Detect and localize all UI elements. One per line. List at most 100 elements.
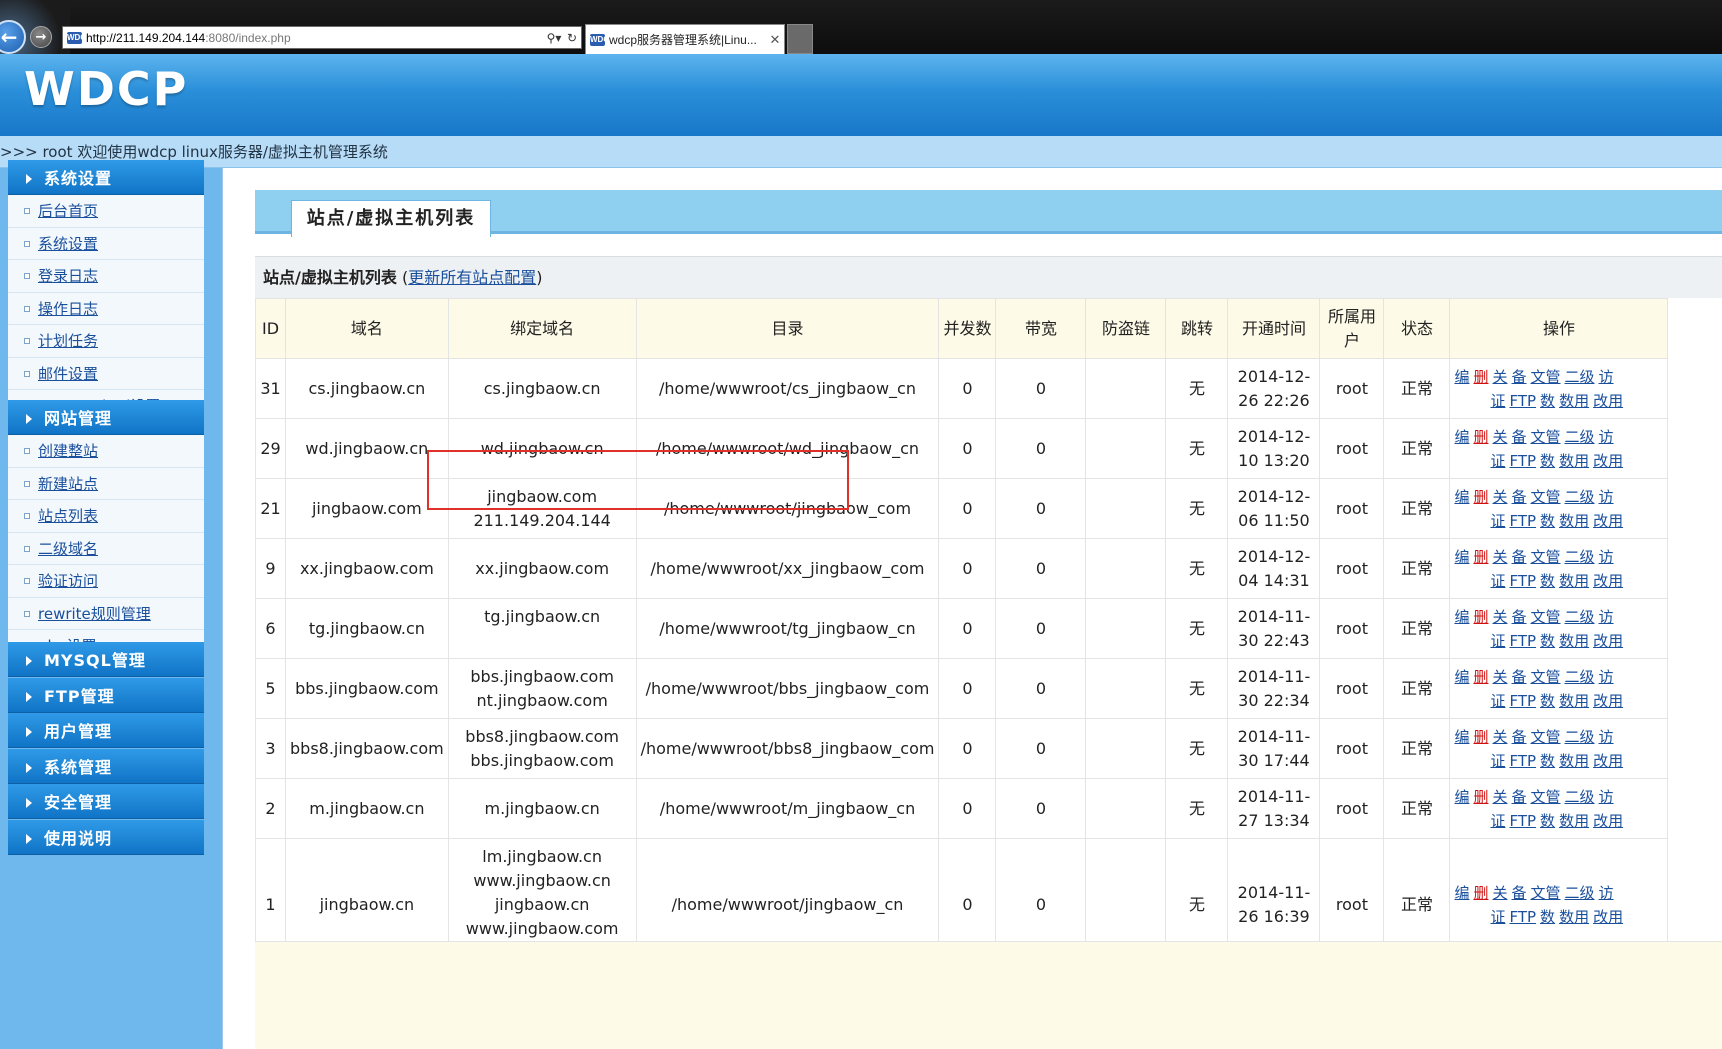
op-link[interactable]: 数 xyxy=(1540,512,1555,530)
op-link[interactable]: 改用 xyxy=(1593,572,1623,590)
sidebar-item[interactable]: 二级域名 xyxy=(8,533,204,565)
op-link[interactable]: 证 xyxy=(1490,908,1505,926)
op-link[interactable]: 数用 xyxy=(1559,812,1589,830)
op-link[interactable]: 编 xyxy=(1454,368,1469,386)
menu-head-1[interactable]: 网站管理 xyxy=(8,400,204,435)
op-link[interactable]: FTP xyxy=(1509,392,1536,410)
browser-tab[interactable]: WDC wdcp服务器管理系统|Linu... ✕ xyxy=(585,24,785,54)
sidebar-item[interactable]: 登录日志 xyxy=(8,260,204,293)
op-link[interactable]: 改用 xyxy=(1593,512,1623,530)
op-link[interactable]: FTP xyxy=(1509,512,1536,530)
op-link[interactable]: 删 xyxy=(1473,788,1488,806)
op-link[interactable]: 删 xyxy=(1473,668,1488,686)
op-link[interactable]: 文管 xyxy=(1531,608,1561,626)
op-link[interactable]: 删 xyxy=(1473,488,1488,506)
op-link[interactable]: 数 xyxy=(1540,452,1555,470)
op-link[interactable]: 备 xyxy=(1512,428,1527,446)
op-link[interactable]: 证 xyxy=(1490,452,1505,470)
op-link[interactable]: 二级 xyxy=(1565,488,1595,506)
sidebar-item-link[interactable]: 二级域名 xyxy=(38,540,98,558)
op-link[interactable]: FTP xyxy=(1509,572,1536,590)
op-link[interactable]: 关 xyxy=(1492,608,1507,626)
op-link[interactable]: 备 xyxy=(1512,788,1527,806)
op-link[interactable]: 二级 xyxy=(1565,368,1595,386)
op-link[interactable]: 备 xyxy=(1512,668,1527,686)
op-link[interactable]: 编 xyxy=(1454,668,1469,686)
op-link[interactable]: 文管 xyxy=(1531,788,1561,806)
op-link[interactable]: FTP xyxy=(1509,752,1536,770)
op-link[interactable]: 改用 xyxy=(1593,692,1623,710)
op-link[interactable]: 编 xyxy=(1454,788,1469,806)
op-link[interactable]: 编 xyxy=(1454,428,1469,446)
sidebar-item[interactable]: 验证访问 xyxy=(8,565,204,598)
op-link[interactable]: 数 xyxy=(1540,392,1555,410)
op-link[interactable]: 关 xyxy=(1492,428,1507,446)
search-icon[interactable]: ⚲▾ xyxy=(545,31,563,45)
op-link[interactable]: 数 xyxy=(1540,812,1555,830)
op-link[interactable]: 访 xyxy=(1599,548,1614,566)
menu-head-6[interactable]: 安全管理 xyxy=(8,784,204,819)
op-link[interactable]: 证 xyxy=(1490,512,1505,530)
op-link[interactable]: 数用 xyxy=(1559,452,1589,470)
op-link[interactable]: 编 xyxy=(1454,488,1469,506)
op-link[interactable]: 删 xyxy=(1473,368,1488,386)
sidebar-item[interactable]: 操作日志 xyxy=(8,293,204,325)
op-link[interactable]: 备 xyxy=(1512,884,1527,902)
op-link[interactable]: 关 xyxy=(1492,488,1507,506)
menu-head-0[interactable]: 系统设置 xyxy=(8,160,204,195)
address-bar[interactable]: WDC http://211.149.204.144:8080/index.ph… xyxy=(62,26,582,49)
op-link[interactable]: 证 xyxy=(1490,812,1505,830)
op-link[interactable]: FTP xyxy=(1509,908,1536,926)
op-link[interactable]: 备 xyxy=(1512,548,1527,566)
op-link[interactable]: 数用 xyxy=(1559,632,1589,650)
op-link[interactable]: 数 xyxy=(1540,692,1555,710)
sidebar-item-link[interactable]: 后台首页 xyxy=(38,202,98,220)
op-link[interactable]: 二级 xyxy=(1565,428,1595,446)
op-link[interactable]: 关 xyxy=(1492,788,1507,806)
op-link[interactable]: 改用 xyxy=(1593,392,1623,410)
op-link[interactable]: 访 xyxy=(1599,884,1614,902)
op-link[interactable]: 文管 xyxy=(1531,548,1561,566)
op-link[interactable]: 数用 xyxy=(1559,752,1589,770)
op-link[interactable]: 文管 xyxy=(1531,368,1561,386)
sidebar-item[interactable]: 新建站点 xyxy=(8,468,204,500)
op-link[interactable]: 证 xyxy=(1490,392,1505,410)
op-link[interactable]: 访 xyxy=(1599,668,1614,686)
op-link[interactable]: 删 xyxy=(1473,548,1488,566)
sidebar-item-link[interactable]: 计划任务 xyxy=(38,332,98,350)
sidebar-item[interactable]: 创建整站 xyxy=(8,435,204,468)
sidebar-item-link[interactable]: 站点列表 xyxy=(38,507,98,525)
op-link[interactable]: 二级 xyxy=(1565,608,1595,626)
op-link[interactable]: 改用 xyxy=(1593,812,1623,830)
op-link[interactable]: 文管 xyxy=(1531,428,1561,446)
op-link[interactable]: FTP xyxy=(1509,692,1536,710)
op-link[interactable]: 文管 xyxy=(1531,728,1561,746)
sidebar-item[interactable]: 系统设置 xyxy=(8,228,204,260)
op-link[interactable]: 数用 xyxy=(1559,512,1589,530)
sidebar-item[interactable]: 后台首页 xyxy=(8,195,204,228)
op-link[interactable]: 编 xyxy=(1454,884,1469,902)
sidebar-item-link[interactable]: 登录日志 xyxy=(38,267,98,285)
op-link[interactable]: 文管 xyxy=(1531,488,1561,506)
sidebar-item-link[interactable]: 新建站点 xyxy=(38,475,98,493)
sidebar-item-link[interactable]: 创建整站 xyxy=(38,442,98,460)
op-link[interactable]: 关 xyxy=(1492,884,1507,902)
op-link[interactable]: 改用 xyxy=(1593,632,1623,650)
op-link[interactable]: 数 xyxy=(1540,572,1555,590)
op-link[interactable]: 删 xyxy=(1473,884,1488,902)
op-link[interactable]: 数用 xyxy=(1559,692,1589,710)
op-link[interactable]: 关 xyxy=(1492,728,1507,746)
op-link[interactable]: 数用 xyxy=(1559,572,1589,590)
op-link[interactable]: 关 xyxy=(1492,548,1507,566)
sidebar-item[interactable]: rewrite规则管理 xyxy=(8,598,204,630)
op-link[interactable]: 删 xyxy=(1473,608,1488,626)
op-link[interactable]: 数用 xyxy=(1559,908,1589,926)
op-link[interactable]: 编 xyxy=(1454,548,1469,566)
op-link[interactable]: 数 xyxy=(1540,908,1555,926)
op-link[interactable]: 文管 xyxy=(1531,668,1561,686)
op-link[interactable]: 文管 xyxy=(1531,884,1561,902)
op-link[interactable]: 编 xyxy=(1454,608,1469,626)
op-link[interactable]: 删 xyxy=(1473,428,1488,446)
refresh-icon[interactable]: ↻ xyxy=(563,31,581,45)
op-link[interactable]: 二级 xyxy=(1565,548,1595,566)
